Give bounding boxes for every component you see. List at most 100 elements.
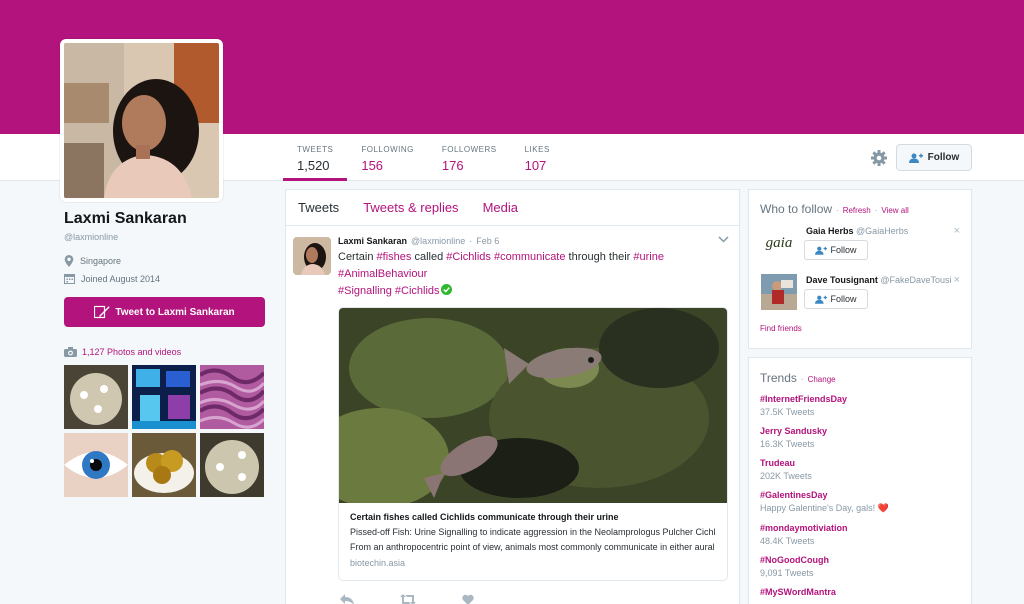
gaia-logo-text: gaia <box>766 235 793 251</box>
profile-location: Singapore <box>64 255 265 267</box>
tweet-actions <box>338 594 729 604</box>
suggestion-item: Dave Tousignant @FakeDaveTousi × Follow <box>760 274 960 323</box>
profile-sidebar: Laxmi Sankaran @laxmionline Singapore Jo… <box>64 210 265 497</box>
suggestion-name-line[interactable]: Gaia Herbs @GaiaHerbs <box>806 226 954 236</box>
hashtag-link[interactable]: #Signalling <box>338 285 392 297</box>
stat-value: 156 <box>361 158 384 173</box>
stat-value: 107 <box>524 158 547 173</box>
tweet[interactable]: Laxmi Sankaran @laxmionline · Feb 6 Cert… <box>286 226 739 604</box>
tweet-avatar[interactable] <box>293 237 331 275</box>
trend-name: Trudeau <box>760 458 796 468</box>
compose-quill-icon <box>94 305 110 319</box>
chevron-down-icon[interactable] <box>718 234 729 246</box>
card-title: Certain fishes called Cichlids communica… <box>350 512 619 522</box>
find-friends-link[interactable]: Find friends <box>760 324 960 333</box>
profile-handle[interactable]: @laxmionline <box>64 232 265 242</box>
calendar-icon <box>64 274 75 284</box>
trend-name: #MySWordMantra <box>760 587 836 597</box>
suggestion-avatar[interactable] <box>761 274 797 310</box>
tweet-author-name[interactable]: Laxmi Sankaran <box>338 236 407 246</box>
suggestion-avatar[interactable]: gaia <box>761 225 797 261</box>
trend-item[interactable]: #NoGoodCough 9,091 Tweets <box>760 555 960 578</box>
suggestion-handle: @FakeDaveTousi <box>880 275 952 285</box>
hashtag-link[interactable]: #urine <box>633 251 664 263</box>
heart-icon[interactable] <box>462 594 474 604</box>
trend-item[interactable]: #GalentinesDay Happy Galentine's Day, ga… <box>760 490 960 514</box>
trend-item[interactable]: #InternetFriendsDay 37.5K Tweets <box>760 394 960 417</box>
stat-following[interactable]: FOLLOWING 156 <box>347 134 428 181</box>
profile-avatar[interactable] <box>60 39 223 202</box>
hashtag-link[interactable]: #fishes <box>377 251 412 263</box>
stat-tweets[interactable]: TWEETS 1,520 <box>283 134 348 181</box>
hashtag-link[interactable]: #Cichlids <box>446 251 491 263</box>
tweet-text-part: called <box>411 251 447 263</box>
tweet-text-part: through their <box>565 251 634 263</box>
photo-thumbnail[interactable] <box>64 365 128 429</box>
trend-count: 16.3K Tweets <box>760 439 815 449</box>
refresh-link[interactable]: Refresh <box>843 206 871 215</box>
suggestion-follow-button[interactable]: Follow <box>804 240 868 260</box>
photo-thumbnail[interactable] <box>200 433 264 497</box>
tweet-text-part: Certain <box>338 251 377 263</box>
link-card[interactable]: Certain fishes called Cichlids communica… <box>338 307 728 581</box>
card-description-line-1: Pissed-off Fish: Urine Signalling to ind… <box>350 527 716 537</box>
hashtag-link[interactable]: #communicate <box>494 251 566 263</box>
tab-tweets[interactable]: Tweets <box>286 200 351 215</box>
tab-tweets-replies[interactable]: Tweets & replies <box>351 200 470 215</box>
photo-thumbnail[interactable] <box>200 365 264 429</box>
hashtag-link[interactable]: #Cichlids <box>395 285 440 297</box>
gear-icon[interactable] <box>870 149 888 167</box>
trend-item[interactable]: Jerry Sandusky 16.3K Tweets <box>760 426 960 449</box>
tweet-header-separator: · <box>469 236 473 246</box>
tweet-author-handle[interactable]: @laxmionline <box>411 236 465 246</box>
stat-followers[interactable]: FOLLOWERS 176 <box>428 134 511 181</box>
trends-title: Trends <box>760 371 797 385</box>
timeline-tabs: Tweets Tweets & replies Media <box>286 190 739 226</box>
add-user-icon <box>815 295 828 304</box>
trend-item[interactable]: #mondaymotiviation 48.4K Tweets <box>760 523 960 546</box>
tweet-header: Laxmi Sankaran @laxmionline · Feb 6 <box>338 236 729 246</box>
tweet-to-button[interactable]: Tweet to Laxmi Sankaran <box>64 297 265 327</box>
suggestion-name: Dave Tousignant <box>806 275 878 285</box>
timeline: Tweets Tweets & replies Media Laxmi Sank… <box>285 189 740 604</box>
trend-count: 48.4K Tweets <box>760 536 815 546</box>
stat-value: 176 <box>441 158 464 173</box>
profile-name[interactable]: Laxmi Sankaran <box>64 210 265 228</box>
who-to-follow-title: Who to follow <box>760 202 833 216</box>
camera-icon <box>64 347 77 357</box>
tweet-to-label: Tweet to Laxmi Sankaran <box>115 306 235 318</box>
trend-item[interactable]: Trudeau 202K Tweets <box>760 458 960 481</box>
trends-module: Trends · Change #InternetFriendsDay 37.5… <box>748 357 972 604</box>
tweet-text: Certain #fishes called #Cichlids #commun… <box>338 249 733 300</box>
change-link[interactable]: Change <box>808 375 836 384</box>
reply-icon[interactable] <box>340 594 354 604</box>
photo-thumbnail[interactable] <box>64 433 128 497</box>
trend-name: #InternetFriendsDay <box>760 394 848 404</box>
photos-videos-label: 1,127 Photos and videos <box>82 347 182 357</box>
close-icon[interactable]: × <box>954 274 960 286</box>
stat-likes[interactable]: LIKES 107 <box>511 134 564 181</box>
stat-label: TWEETS <box>297 145 334 154</box>
photo-thumbnail[interactable] <box>132 433 196 497</box>
tab-media[interactable]: Media <box>471 200 530 215</box>
trend-item[interactable]: #MySWordMantra <box>760 587 960 597</box>
stat-label: FOLLOWERS <box>441 145 497 154</box>
tweet-date[interactable]: Feb 6 <box>476 236 499 246</box>
add-user-icon <box>815 246 828 255</box>
hashtag-link[interactable]: #AnimalBehaviour <box>338 268 427 280</box>
suggestion-follow-button[interactable]: Follow <box>804 289 868 309</box>
card-domain: biotechin.asia <box>350 558 406 568</box>
photo-thumbnail[interactable] <box>132 365 196 429</box>
follow-button[interactable]: Follow <box>896 144 972 171</box>
stat-label: LIKES <box>524 145 550 154</box>
suggestion-item: gaia Gaia Herbs @GaiaHerbs × Follow <box>760 225 960 274</box>
view-all-link[interactable]: View all <box>881 206 908 215</box>
trend-count: 37.5K Tweets <box>760 407 815 417</box>
photos-videos-link[interactable]: 1,127 Photos and videos <box>64 347 265 357</box>
suggestion-handle: @GaiaHerbs <box>856 226 909 236</box>
trend-name: #NoGoodCough <box>760 555 829 565</box>
trend-context: Happy Galentine's Day, gals! ❤️ <box>760 503 889 513</box>
retweet-icon[interactable] <box>400 594 416 604</box>
suggestion-name-line[interactable]: Dave Tousignant @FakeDaveTousi <box>806 275 954 285</box>
close-icon[interactable]: × <box>954 225 960 237</box>
